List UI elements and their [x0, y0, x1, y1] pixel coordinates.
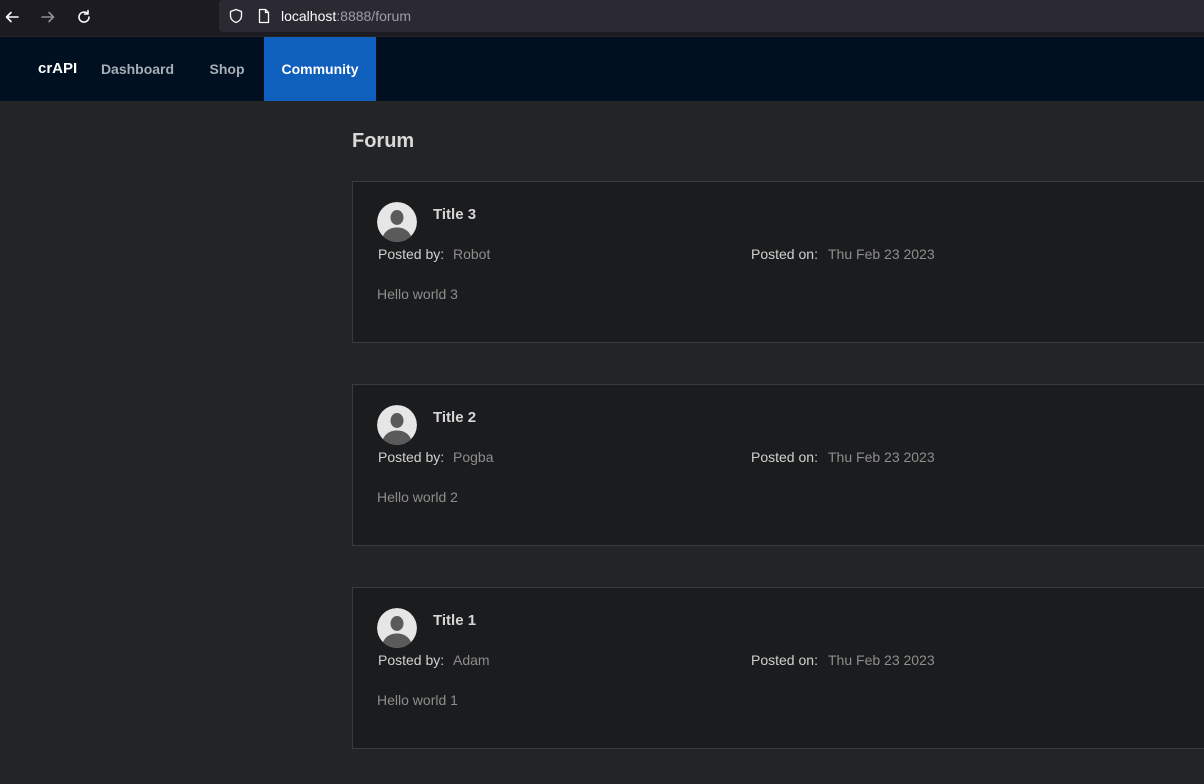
post-card[interactable]: Title 1 Posted by: Adam Posted on: Thu F… — [352, 587, 1204, 749]
post-date: Thu Feb 23 2023 — [828, 449, 935, 465]
url-text[interactable]: localhost:8888/forum — [281, 8, 411, 24]
posted-on-label: Posted on: — [751, 449, 818, 465]
separator: : — [814, 449, 818, 465]
menu-item-community[interactable]: Community — [264, 37, 376, 101]
posted-by-label-text: Posted by — [378, 246, 441, 262]
reload-icon — [78, 9, 90, 23]
separator: : — [814, 652, 818, 668]
post-card[interactable]: Title 2 Posted by: Pogba Posted on: Thu … — [352, 384, 1204, 546]
post-date: Thu Feb 23 2023 — [828, 652, 935, 668]
post-title[interactable]: Title 2 — [433, 409, 476, 426]
posted-by-label: Posted by: — [378, 652, 444, 668]
app-header: crAPI Dashboard Shop Community — [0, 37, 1204, 101]
user-avatar-icon — [377, 202, 417, 242]
brand-logo[interactable]: crAPI — [38, 37, 77, 101]
posted-on-label-text: Posted on — [751, 449, 815, 465]
shield-icon[interactable] — [228, 8, 244, 24]
menu-item-shop[interactable]: Shop — [200, 37, 254, 101]
reload-button[interactable] — [72, 6, 96, 28]
post-date: Thu Feb 23 2023 — [828, 246, 935, 262]
forward-arrow-icon — [41, 11, 55, 23]
separator: : — [440, 246, 445, 262]
avatar — [377, 405, 417, 445]
forward-button[interactable] — [36, 6, 60, 28]
post-author: Robot — [453, 246, 491, 262]
post-title[interactable]: Title 1 — [433, 612, 476, 629]
url-host: localhost — [281, 8, 337, 24]
posted-by-label: Posted by: — [378, 449, 444, 465]
post-card[interactable]: Title 3 Posted by: Robot Posted on: Thu … — [352, 181, 1204, 343]
user-avatar-icon — [377, 405, 417, 445]
page-title: Forum — [352, 130, 415, 152]
avatar — [377, 608, 417, 648]
menu-item-dashboard[interactable]: Dashboard — [95, 37, 180, 101]
posted-by-label-text: Posted by — [378, 652, 441, 668]
address-bar[interactable]: localhost:8888/forum — [219, 0, 1204, 32]
avatar — [377, 202, 417, 242]
post-title[interactable]: Title 3 — [433, 206, 476, 223]
post-content: Hello world 1 — [377, 692, 458, 708]
posted-by-label-text: Posted by — [378, 449, 441, 465]
separator: : — [814, 246, 818, 262]
page-icon[interactable] — [256, 8, 272, 24]
post-author: Adam — [453, 652, 490, 668]
separator: : — [440, 449, 445, 465]
url-path: :8888/forum — [336, 8, 411, 24]
posted-by-label: Posted by: — [378, 246, 444, 262]
posted-on-label-text: Posted on — [751, 246, 815, 262]
post-content: Hello world 3 — [377, 286, 458, 302]
browser-toolbar: localhost:8888/forum — [0, 0, 1204, 36]
posted-on-label: Posted on: — [751, 246, 818, 262]
user-avatar-icon — [377, 608, 417, 648]
separator: : — [440, 652, 445, 668]
back-arrow-icon — [5, 11, 19, 23]
back-button[interactable] — [0, 6, 24, 28]
posted-on-label: Posted on: — [751, 652, 818, 668]
posted-on-label-text: Posted on — [751, 652, 815, 668]
post-author: Pogba — [453, 449, 494, 465]
post-content: Hello world 2 — [377, 489, 458, 505]
